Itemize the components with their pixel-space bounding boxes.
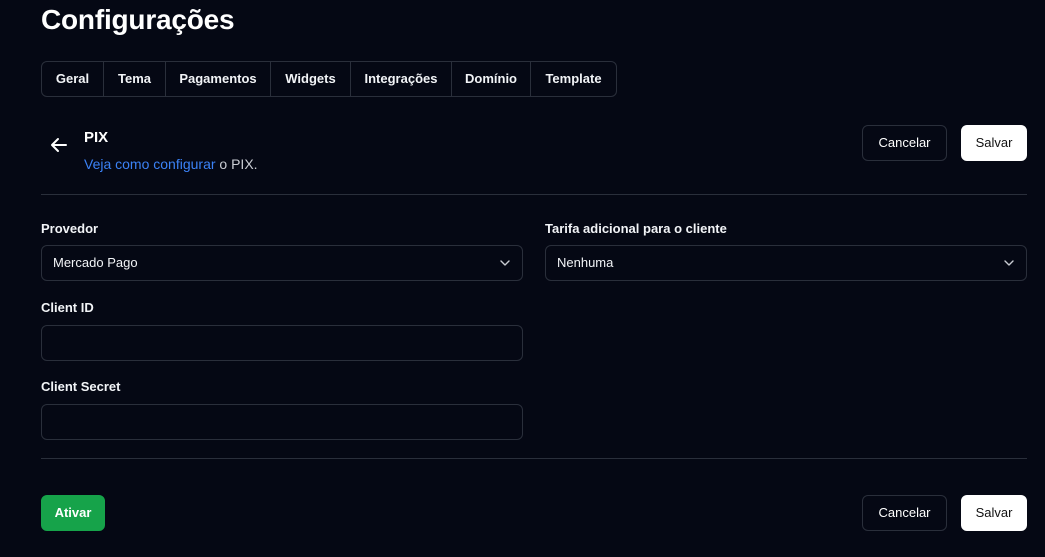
help-suffix: o PIX. xyxy=(215,156,258,172)
cancel-button-bottom[interactable]: Cancelar xyxy=(862,495,947,531)
section-help-text: Veja como configurar o PIX. xyxy=(84,156,258,172)
page-title: Configurações xyxy=(41,4,235,35)
tab-tema[interactable]: Tema xyxy=(104,62,166,96)
provider-value: Mercado Pago xyxy=(53,255,138,270)
chevron-down-icon xyxy=(1004,260,1014,266)
settings-tabs: Geral Tema Pagamentos Widgets Integraçõe… xyxy=(41,61,617,97)
provider-select[interactable]: Mercado Pago xyxy=(41,245,523,281)
client-id-input[interactable] xyxy=(42,326,522,360)
client-secret-label: Client Secret xyxy=(41,379,121,394)
tab-pagamentos[interactable]: Pagamentos xyxy=(166,62,271,96)
cancel-button-top[interactable]: Cancelar xyxy=(862,125,947,161)
section-title: PIX xyxy=(84,129,109,146)
tab-widgets[interactable]: Widgets xyxy=(271,62,351,96)
tab-geral[interactable]: Geral xyxy=(42,62,104,96)
activate-button[interactable]: Ativar xyxy=(41,495,105,531)
fee-value: Nenhuma xyxy=(557,255,614,270)
settings-page: Configurações Geral Tema Pagamentos Widg… xyxy=(0,0,1045,557)
fee-label: Tarifa adicional para o cliente xyxy=(545,221,727,236)
divider-top xyxy=(41,194,1027,195)
save-button-bottom[interactable]: Salvar xyxy=(961,495,1027,531)
client-id-label: Client ID xyxy=(41,300,94,315)
chevron-down-icon xyxy=(500,260,510,266)
provider-label: Provedor xyxy=(41,221,99,236)
fee-select[interactable]: Nenhuma xyxy=(545,245,1027,281)
save-button-top[interactable]: Salvar xyxy=(961,125,1027,161)
tab-template[interactable]: Template xyxy=(531,62,616,96)
tab-dominio[interactable]: Domínio xyxy=(452,62,531,96)
client-secret-field xyxy=(41,404,523,440)
help-link[interactable]: Veja como configurar xyxy=(84,156,216,172)
client-id-field xyxy=(41,325,523,361)
tab-integracoes[interactable]: Integrações xyxy=(351,62,452,96)
arrow-left-icon xyxy=(51,138,67,152)
divider-bottom xyxy=(41,458,1027,459)
client-secret-input[interactable] xyxy=(42,405,522,439)
back-button[interactable] xyxy=(47,133,71,157)
